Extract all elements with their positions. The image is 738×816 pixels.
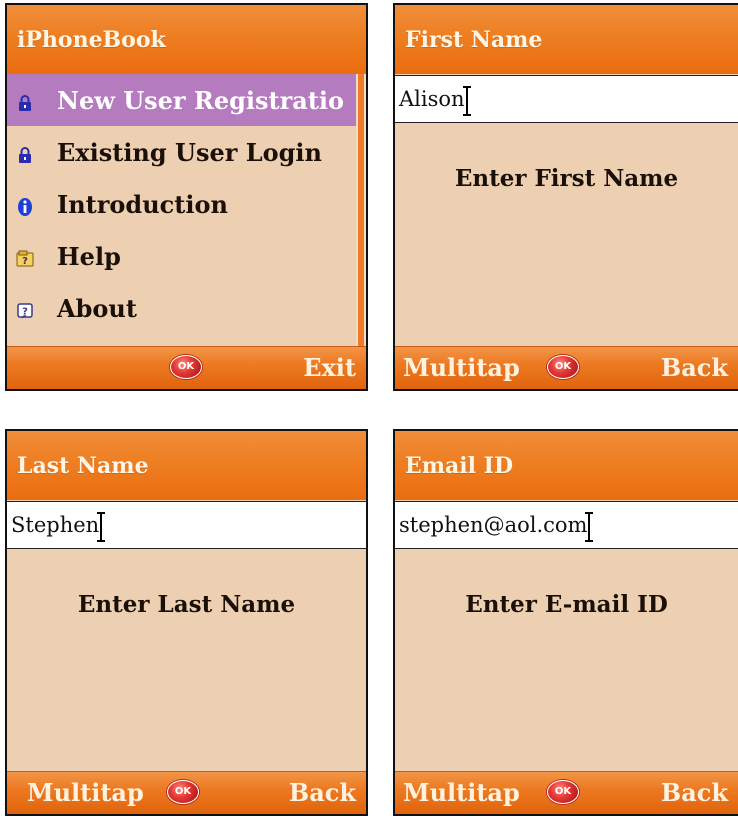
softkey-bar: OK Exit [7,346,366,389]
menu-item-help[interactable]: ? Help [7,230,356,282]
exit-softkey[interactable]: Exit [303,353,356,382]
input-prompt: Enter Last Name [77,591,296,618]
lock-icon [15,90,35,111]
text-cursor [97,512,106,542]
multitap-softkey[interactable]: Multitap [403,353,520,382]
input-prompt: Enter First Name [454,165,679,192]
menu-item-label: New User Registratio [57,85,345,115]
app-title: iPhoneBook [7,5,366,74]
ok-button[interactable]: OK [170,355,202,379]
input-value: stephen@aol.com [399,513,588,537]
input-value: Stephen [11,513,100,537]
svg-text:?: ? [22,307,28,318]
text-cursor [462,86,471,116]
menu-item-about[interactable]: ? About [7,282,356,334]
menu-item-new-user-registration[interactable]: New User Registratio [7,74,356,126]
back-softkey[interactable]: Back [661,353,728,382]
menu-item-label: Introduction [57,189,228,219]
lock-icon [15,142,35,163]
back-softkey[interactable]: Back [661,778,728,807]
ok-button[interactable]: OK [547,780,579,804]
ok-button[interactable]: OK [547,355,579,379]
softkey-bar: Multitap OK Back [395,346,738,389]
input-prompt: Enter E-mail ID [465,591,668,618]
main-menu: New User Registratio Existing User Login… [7,74,356,334]
input-value: Alison [399,87,465,111]
email-screen: Email ID stephen@aol.com Enter E-mail ID… [393,429,738,816]
menu-item-existing-user-login[interactable]: Existing User Login [7,126,356,178]
softkey-bar: Multitap OK Back [7,771,366,814]
multitap-softkey[interactable]: Multitap [403,778,520,807]
screen-title: Email ID [395,431,738,500]
menu-item-label: Existing User Login [57,137,322,167]
text-cursor [585,512,594,542]
last-name-input[interactable]: Stephen [7,501,366,549]
svg-text:?: ? [22,256,28,267]
first-name-screen: First Name Alison Enter First Name Multi… [393,3,738,391]
ok-button[interactable]: OK [167,780,199,804]
first-name-input[interactable]: Alison [395,75,738,123]
help-icon: ? [15,246,35,267]
email-input[interactable]: stephen@aol.com [395,501,738,549]
menu-item-label: About [57,293,137,323]
softkey-bar: Multitap OK Back [395,771,738,814]
menu-screen: iPhoneBook New User Registratio Existing… [5,3,368,391]
screen-title: First Name [395,5,738,74]
multitap-softkey[interactable]: Multitap [27,778,144,807]
last-name-screen: Last Name Stephen Enter Last Name Multit… [5,429,368,816]
question-icon: ? [15,298,35,319]
menu-item-label: Help [57,241,121,271]
info-icon [15,194,35,216]
menu-item-introduction[interactable]: Introduction [7,178,356,230]
back-softkey[interactable]: Back [289,778,356,807]
screen-title: Last Name [7,431,366,500]
scrollbar-thumb[interactable] [358,74,364,349]
